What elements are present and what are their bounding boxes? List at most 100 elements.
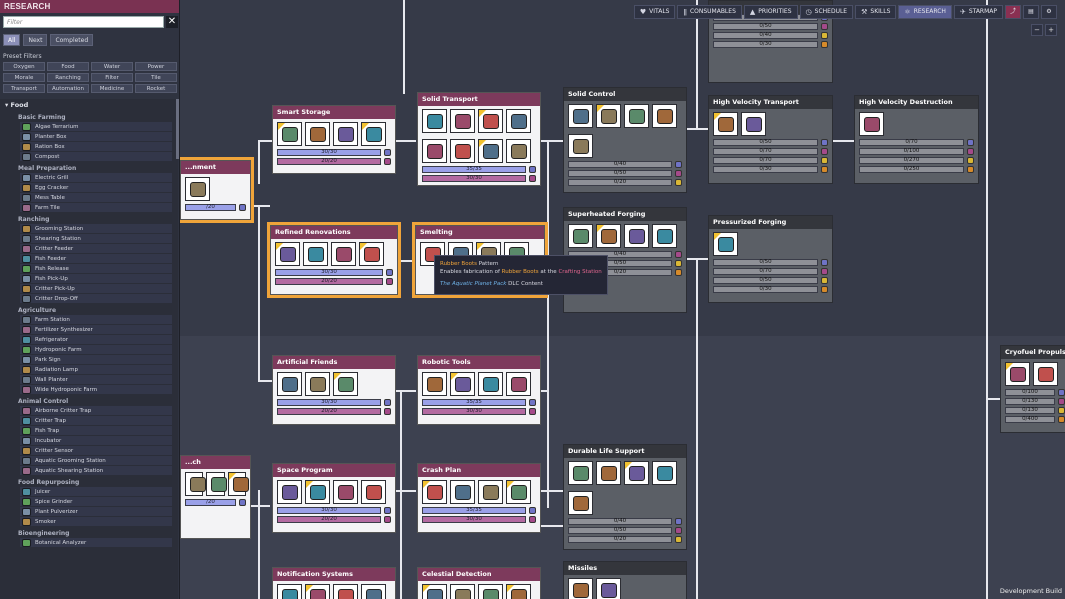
research-card-missiles[interactable]: Missiles	[563, 561, 687, 599]
unlock-item-icon[interactable]	[713, 112, 738, 136]
research-button[interactable]: ⚛ RESEARCH	[898, 5, 952, 19]
unlock-item-icon[interactable]	[185, 177, 210, 201]
list-item[interactable]: Airborne Critter Trap	[20, 406, 172, 416]
list-item[interactable]: Critter Sensor	[20, 446, 172, 456]
preset-transport[interactable]: Transport	[3, 84, 45, 93]
unlock-item-icon[interactable]	[227, 472, 249, 496]
unlock-item-icon[interactable]	[305, 372, 330, 396]
research-card-durable-life-support[interactable]: Durable Life Support 0/40 0/50 0/20	[563, 444, 687, 550]
consumables-button[interactable]: ǁ CONSUMABLES	[677, 5, 742, 19]
list-item[interactable]: Electric Grill	[20, 173, 172, 183]
skills-button[interactable]: ⚒ SKILLS	[855, 5, 897, 19]
preset-morale[interactable]: Morale	[3, 73, 45, 82]
unlock-item-icon[interactable]	[1005, 362, 1030, 386]
unlock-item-icon[interactable]	[568, 491, 593, 515]
schedule-button[interactable]: ◷ SCHEDULE	[799, 5, 854, 19]
unlock-item-icon[interactable]	[422, 109, 447, 133]
book-button[interactable]: ▤	[1023, 5, 1039, 19]
group-heading[interactable]: Bioengineering	[0, 527, 178, 538]
unlock-item-icon[interactable]	[277, 372, 302, 396]
unlock-item-icon[interactable]	[478, 139, 503, 163]
unlock-item-icon[interactable]	[303, 242, 328, 266]
unlock-item-icon[interactable]	[333, 122, 358, 146]
chart-button[interactable]: ⤴	[1005, 5, 1021, 19]
research-card-refined-renovations[interactable]: Refined Renovations 30/30 20/20	[267, 222, 401, 298]
unlock-item-icon[interactable]	[450, 139, 475, 163]
unlock-item-icon[interactable]	[206, 472, 228, 496]
list-item[interactable]: Planter Box	[20, 132, 172, 142]
preset-medicine[interactable]: Medicine	[91, 84, 133, 93]
list-item[interactable]: Fish Feeder	[20, 254, 172, 264]
list-item[interactable]: Smoker	[20, 517, 172, 527]
group-heading[interactable]: Meal Preparation	[0, 162, 178, 173]
preset-power[interactable]: Power	[135, 62, 177, 71]
unlock-item-icon[interactable]	[359, 242, 384, 266]
unlock-item-icon[interactable]	[568, 134, 593, 158]
research-card-notification-systems[interactable]: Notification Systems	[272, 567, 396, 599]
unlock-item-icon[interactable]	[506, 109, 531, 133]
unlock-item-icon[interactable]	[305, 122, 330, 146]
unlock-item-icon[interactable]	[361, 122, 386, 146]
unlock-item-icon[interactable]	[305, 480, 330, 504]
list-item[interactable]: Critter Trap	[20, 416, 172, 426]
unlock-item-icon[interactable]	[450, 480, 475, 504]
unlock-item-icon[interactable]	[506, 372, 531, 396]
unlock-item-icon[interactable]	[652, 461, 677, 485]
research-card-crash-plan[interactable]: Crash Plan 35/35 30/30	[417, 463, 541, 533]
list-item[interactable]: Critter Drop-Off	[20, 294, 172, 304]
sidebar-scrollbar[interactable]	[176, 99, 179, 159]
unlock-item-icon[interactable]	[331, 242, 356, 266]
dlc-link[interactable]: The Aquatic Planet Pack	[440, 281, 506, 287]
unlock-item-icon[interactable]	[568, 461, 593, 485]
list-item[interactable]: Critter Pick-Up	[20, 284, 172, 294]
unlock-item-icon[interactable]	[361, 480, 386, 504]
preset-tile[interactable]: Tile	[135, 73, 177, 82]
unlock-item-icon[interactable]	[450, 372, 475, 396]
unlock-item-icon[interactable]	[624, 104, 649, 128]
preset-oxygen[interactable]: Oxygen	[3, 62, 45, 71]
research-card-high-velocity-transport[interactable]: High Velocity Transport 0/50 0/70 0/70 0/30	[708, 95, 833, 184]
unlock-item-icon[interactable]	[333, 584, 358, 599]
unlock-item-icon[interactable]	[478, 584, 503, 599]
unlock-item-icon[interactable]	[596, 224, 621, 248]
unlock-item-icon[interactable]	[506, 480, 531, 504]
unlock-item-icon[interactable]	[422, 372, 447, 396]
priorities-button[interactable]: ▲ PRIORITIES	[743, 5, 798, 19]
preset-water[interactable]: Water	[91, 62, 133, 71]
unlock-item-icon[interactable]	[506, 584, 531, 599]
research-card-high-velocity-destruction[interactable]: High Velocity Destruction 0/70 0/100 0/270 0…	[854, 95, 979, 184]
list-item[interactable]: Wall Planter	[20, 375, 172, 385]
unlock-item-icon[interactable]	[596, 104, 621, 128]
list-item[interactable]: Aquatic Shearing Station	[20, 466, 172, 476]
unlock-item-icon[interactable]	[422, 480, 447, 504]
group-heading[interactable]: Agriculture	[0, 304, 178, 315]
research-card-artificial-friends[interactable]: Artificial Friends 30/30 20/20	[272, 355, 396, 425]
list-item[interactable]: Mess Table	[20, 193, 172, 203]
starmap-button[interactable]: ✈ STARMAP	[953, 5, 1003, 19]
unlock-item-icon[interactable]	[305, 584, 330, 599]
list-item[interactable]: Algae Terrarium	[20, 122, 172, 132]
group-heading[interactable]: Ranching	[0, 213, 178, 224]
research-card-smart-storage[interactable]: Smart Storage 30/30 20/20	[272, 105, 396, 174]
list-item[interactable]: Refrigerator	[20, 335, 172, 345]
clear-search-icon[interactable]: ✕	[166, 16, 178, 28]
research-card-pressurized-forging[interactable]: Pressurized Forging 0/50 0/70 0/50 0/30	[708, 215, 833, 303]
unlock-item-icon[interactable]	[277, 480, 302, 504]
list-item[interactable]: Park Sign	[20, 355, 172, 365]
list-item[interactable]: Farm Tile	[20, 203, 172, 213]
tab-next[interactable]: Next	[23, 34, 48, 46]
list-item[interactable]: Hydroponic Farm	[20, 345, 172, 355]
gear-button[interactable]: ⚙	[1041, 5, 1057, 19]
unlock-item-icon[interactable]	[506, 139, 531, 163]
list-item[interactable]: Fish Pick-Up	[20, 274, 172, 284]
unlock-item-icon[interactable]	[450, 109, 475, 133]
unlock-item-icon[interactable]	[422, 139, 447, 163]
unlock-item-icon[interactable]	[596, 578, 621, 599]
unlock-item-icon[interactable]	[478, 109, 503, 133]
preset-filter[interactable]: Filter	[91, 73, 133, 82]
unlock-item-icon[interactable]	[478, 480, 503, 504]
category-food[interactable]: ▾ Food	[0, 99, 178, 111]
unlock-item-icon[interactable]	[277, 584, 302, 599]
unlock-item-icon[interactable]	[277, 122, 302, 146]
unlock-item-icon[interactable]	[624, 461, 649, 485]
